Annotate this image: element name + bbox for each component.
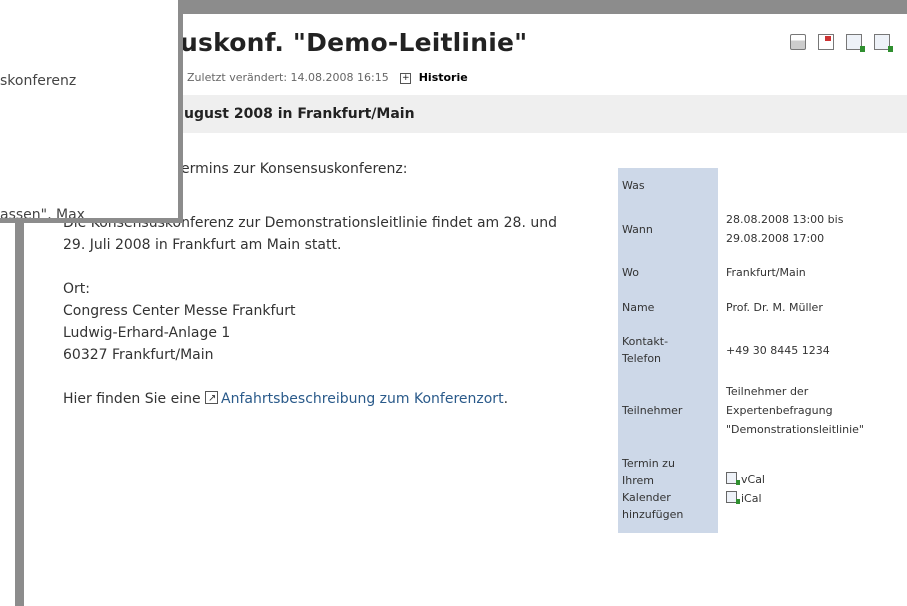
page-title: uskonf. "Demo-Leitlinie" <box>180 28 528 57</box>
popup-text-line-2: assen", Max <box>0 207 85 223</box>
teilnehmer-line-3: "Demonstrationsleitlinie" <box>726 422 864 436</box>
external-link-icon <box>205 388 219 410</box>
print-icon[interactable] <box>790 34 806 50</box>
left-frame-rail <box>15 218 24 606</box>
info-label-wo: Wo <box>618 256 718 289</box>
info-row-wo: Wo Frankfurt/Main <box>618 256 907 289</box>
calendar-download-icon[interactable] <box>846 34 865 52</box>
intro-text: ermins zur Konsensuskonferenz: <box>181 161 408 177</box>
termin-label-line-4: hinzufügen <box>622 508 684 521</box>
description-line-2: 29. Juli 2008 in Frankfurt am Main statt… <box>63 237 342 253</box>
info-value-kontakt: +49 30 8445 1234 <box>726 343 830 357</box>
address-line-1: Congress Center Messe Frankfurt <box>63 303 296 319</box>
info-value-name: Prof. Dr. M. Müller <box>726 300 823 314</box>
address-line-3: 60327 Frankfurt/Main <box>63 347 214 363</box>
calendar-download-icon[interactable] <box>874 34 893 52</box>
wann-line-2: 29.08.2008 17:00 <box>726 232 825 245</box>
vcal-icon[interactable] <box>726 472 740 485</box>
info-label-termin: Termin zu Ihrem Kalender hinzufügen <box>618 445 718 533</box>
vcal-link[interactable]: vCal <box>741 473 765 486</box>
address-line-2: Ludwig-Erhard-Anlage 1 <box>63 325 231 341</box>
info-value-termin: vCal iCal <box>718 445 907 533</box>
info-value-was <box>718 168 907 202</box>
directions-link[interactable]: Anfahrtsbeschreibung zum Konferenzort <box>221 391 504 407</box>
popup-text-line-1: skonferenz <box>0 73 77 89</box>
info-label-teilnehmer: Teilnehmer <box>618 375 718 445</box>
directions-prefix: Hier finden Sie eine <box>63 391 206 407</box>
termin-label-line-2: Ihrem <box>622 474 654 487</box>
info-row-was: Was <box>618 168 907 202</box>
history-link[interactable]: Historie <box>419 71 468 84</box>
info-value-wo: Frankfurt/Main <box>726 266 806 279</box>
info-row-teilnehmer: Teilnehmer Teilnehmer der Expertenbefrag… <box>618 375 907 445</box>
event-info-table: Was Wann 28.08.2008 13:00 bis 29.08.2008… <box>618 168 907 533</box>
kontakt-label-line-1: Kontakt- <box>622 335 669 348</box>
termin-label-line-1: Termin zu <box>622 457 675 470</box>
ical-link[interactable]: iCal <box>741 492 762 505</box>
info-label-wann: Wann <box>618 202 718 256</box>
event-description: Die Konsensuskonferenz zur Demonstration… <box>63 212 618 432</box>
page-meta: Zuletzt verändert: 14.08.2008 16:15 + Hi… <box>187 71 468 84</box>
directions-suffix: . <box>503 391 509 407</box>
top-frame-bar <box>170 0 907 14</box>
ical-icon[interactable] <box>726 491 740 504</box>
info-row-wann: Wann 28.08.2008 13:00 bis 29.08.2008 17:… <box>618 202 907 256</box>
subheader-text: ugust 2008 in Frankfurt/Main <box>184 106 415 122</box>
location-label: Ort: <box>63 281 90 297</box>
teilnehmer-line-2: Expertenbefragung <box>726 403 833 417</box>
termin-label-line-3: Kalender <box>622 491 671 504</box>
info-row-name: Name Prof. Dr. M. Müller <box>618 289 907 325</box>
event-subheader: ugust 2008 in Frankfurt/Main <box>170 95 907 133</box>
wann-line-1: 28.08.2008 13:00 bis <box>726 213 844 226</box>
modified-date: Zuletzt verändert: 14.08.2008 16:15 <box>187 71 389 84</box>
kontakt-label-line-2: Telefon <box>622 352 662 365</box>
info-label-kontakt: Kontakt- Telefon <box>618 325 718 375</box>
info-label-was: Was <box>618 168 718 202</box>
page-toolbar <box>790 34 893 52</box>
info-label-name: Name <box>618 289 718 325</box>
expand-plus-icon[interactable]: + <box>400 72 412 84</box>
window-icon[interactable] <box>818 34 834 50</box>
teilnehmer-line-1: Teilnehmer der <box>726 384 809 398</box>
info-row-kontakt: Kontakt- Telefon +49 30 8445 1234 <box>618 325 907 375</box>
info-value-teilnehmer: Teilnehmer der Expertenbefragung "Demons… <box>718 375 907 445</box>
overlay-popup-window: skonferenz assen", Max <box>0 0 183 223</box>
info-value-wann: 28.08.2008 13:00 bis 29.08.2008 17:00 <box>718 202 907 256</box>
info-row-termin: Termin zu Ihrem Kalender hinzufügen vCal… <box>618 445 907 533</box>
